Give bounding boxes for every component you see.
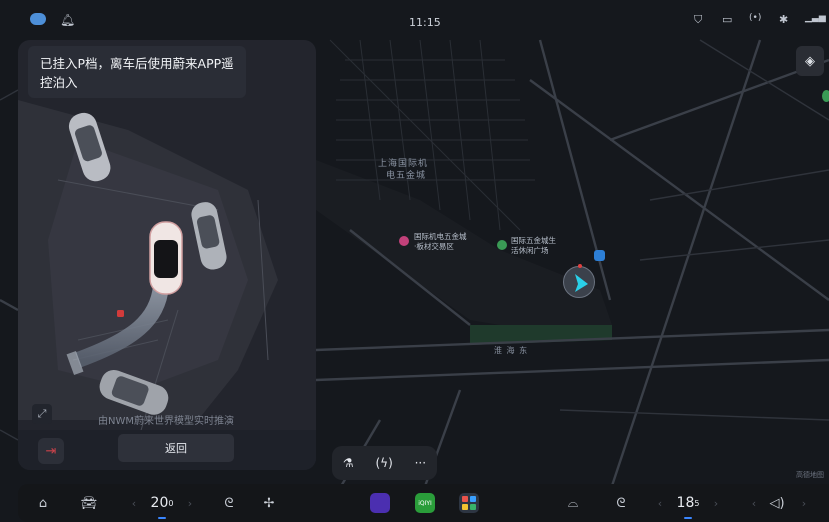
parking-scene [18, 40, 316, 470]
back-button[interactable]: 返回 [118, 434, 234, 462]
left-temp-indicator [158, 517, 166, 519]
auto-parking-panel: 已挂入P档，离车后使用蔚来APP遥控泊入 ⤢ 由NWM蔚来世界模型实时推演 ⇥ … [18, 40, 316, 470]
clock: 11:15 [409, 16, 441, 29]
bluetooth-icon: ✱ [779, 13, 789, 26]
map-brand-logo: 高德地图 [796, 471, 824, 479]
map-area-label: 上海国际机 电五金城 [378, 159, 429, 181]
map-layers-icon[interactable]: ◈ [796, 46, 824, 76]
right-temp-indicator [684, 517, 692, 519]
cellular-5g-icon: ▁▃▅ [805, 13, 826, 23]
charging-icon[interactable]: (ϟ) [376, 456, 393, 470]
iqiyi-app-icon[interactable]: iQIYI [415, 493, 435, 513]
dashcam-icon[interactable]: ▭ [722, 13, 732, 26]
volume-decrease-icon[interactable]: ‹ [748, 484, 760, 522]
bell-icon[interactable]: 🔔︎ [60, 13, 75, 27]
more-icon[interactable]: ··· [415, 456, 426, 470]
home-icon[interactable]: ⌂ [32, 484, 54, 522]
app-grid-icon[interactable] [459, 493, 479, 513]
flask-icon[interactable]: ⚗ [343, 456, 354, 470]
car-status-icon[interactable] [30, 13, 46, 25]
exit-parking-icon[interactable]: ⇥ [38, 438, 64, 464]
seat-heat-right-icon[interactable]: ᘓ [610, 484, 632, 522]
shield-icon[interactable]: ⛉ [694, 13, 702, 27]
left-temp-increase-icon[interactable]: › [184, 484, 196, 522]
volume-icon[interactable]: ◁) [766, 484, 788, 522]
poi-park-icon[interactable] [497, 240, 507, 250]
model-note: 由NWM蔚来世界模型实时推演 [98, 416, 234, 427]
signal-broadcast-icon: (•) [749, 13, 762, 23]
poi-shop-icon[interactable] [399, 236, 409, 246]
parking-notice: 已挂入P档，离车后使用蔚来APP遥控泊入 [28, 46, 246, 98]
music-app-icon[interactable] [370, 493, 390, 513]
right-temp-increase-icon[interactable]: › [710, 484, 722, 522]
quick-action-bar: ⚗ (ϟ) ··· [332, 446, 437, 480]
road-label: 淮 海 东 [494, 346, 529, 355]
status-bar: 🔔︎ 11:15 ⛉ ▭ (•) ✱ ▁▃▅ [0, 0, 829, 44]
fan-icon[interactable]: ✢ [258, 484, 280, 522]
bottom-dock: ⌂ 🚘︎ ‹ 20 0 › ᘓ ✢ iQIYI ⌓ ᘓ ‹ 18 5 › ‹ ◁) … [18, 484, 829, 522]
poi-label[interactable]: 国际机电五金城 ·板材交易区 [414, 232, 467, 252]
left-temp-decrease-icon[interactable]: ‹ [128, 484, 140, 522]
parking-marker-icon[interactable] [594, 250, 605, 261]
car-icon[interactable]: 🚘︎ [78, 484, 100, 522]
volume-increase-icon[interactable]: › [798, 484, 810, 522]
seat-heat-left-icon[interactable]: ᘓ [218, 484, 240, 522]
poi-park-icon[interactable] [822, 90, 829, 102]
poi-label[interactable]: 国际五金城生 活休闲广场 [511, 236, 556, 256]
defrost-icon[interactable]: ⌓ [562, 484, 584, 522]
right-temp-decrease-icon[interactable]: ‹ [654, 484, 666, 522]
vehicle-position-icon [563, 264, 595, 298]
expand-icon[interactable]: ⤢ [32, 404, 52, 424]
